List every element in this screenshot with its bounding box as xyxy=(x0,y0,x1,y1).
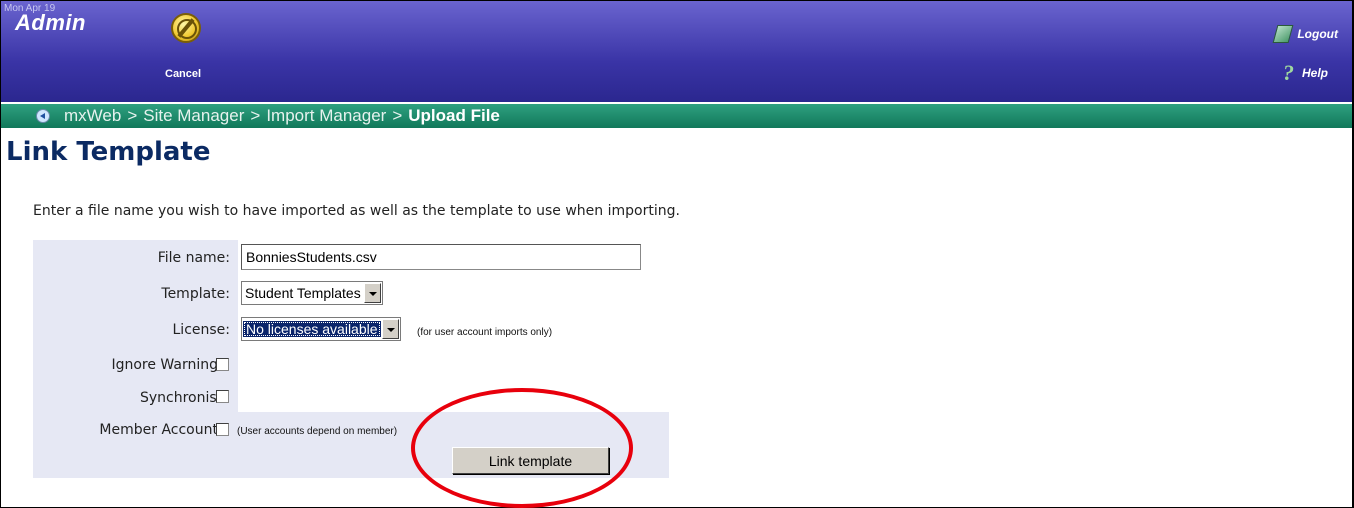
help-link[interactable]: ? Help xyxy=(1283,62,1328,84)
import-form: File name: Template: Student Templates L… xyxy=(33,240,669,478)
member-accounts-checkbox[interactable] xyxy=(216,423,229,436)
template-select[interactable]: Student Templates xyxy=(241,281,383,305)
chevron-down-icon[interactable] xyxy=(363,283,381,303)
page-title: Link Template xyxy=(6,137,211,167)
file-name-label: File name: xyxy=(157,250,230,266)
cancel-button[interactable]: Cancel xyxy=(161,13,209,83)
synchronise-checkbox[interactable] xyxy=(216,390,229,403)
breadcrumb-separator: > xyxy=(392,106,403,125)
breadcrumb: mxWeb > Site Manager > Import Manager > … xyxy=(1,104,1352,128)
file-name-input[interactable] xyxy=(241,244,641,270)
ignore-warnings-label: Ignore Warnings: xyxy=(111,357,230,373)
back-arrow-icon[interactable] xyxy=(36,109,50,123)
cancel-label: Cancel xyxy=(165,68,202,80)
member-accounts-hint: (User accounts depend on member) xyxy=(237,426,398,437)
logout-label: Logout xyxy=(1297,27,1338,41)
license-label: License: xyxy=(172,322,231,338)
help-icon: ? xyxy=(1282,60,1294,85)
member-accounts-label: Member Accounts: xyxy=(99,422,230,438)
instructions-text: Enter a file name you wish to have impor… xyxy=(33,203,680,219)
breadcrumb-current: Upload File xyxy=(408,106,500,125)
template-label: Template: xyxy=(161,286,230,302)
license-selected-value: No licenses available xyxy=(243,321,381,337)
breadcrumb-separator: > xyxy=(250,106,261,125)
breadcrumb-mxweb[interactable]: mxWeb xyxy=(64,106,121,126)
app-title: Admin xyxy=(15,10,86,35)
template-selected-value: Student Templates xyxy=(245,285,361,301)
breadcrumb-import-manager[interactable]: Import Manager xyxy=(266,106,386,126)
chevron-down-icon[interactable] xyxy=(381,319,399,339)
logout-icon xyxy=(1273,23,1293,45)
license-hint: (for user account imports only) xyxy=(417,327,553,338)
breadcrumb-separator: > xyxy=(127,106,138,125)
breadcrumb-site-manager[interactable]: Site Manager xyxy=(143,106,244,126)
cancel-icon xyxy=(171,13,201,43)
link-template-button[interactable]: Link template xyxy=(452,447,609,474)
logout-link[interactable]: Logout xyxy=(1273,23,1338,45)
ignore-warnings-checkbox[interactable] xyxy=(216,358,229,371)
help-label: Help xyxy=(1301,66,1328,80)
license-select[interactable]: No licenses available xyxy=(241,317,401,341)
admin-header: Mon Apr 19 Admin Cancel Logout ? Help xyxy=(1,1,1352,102)
